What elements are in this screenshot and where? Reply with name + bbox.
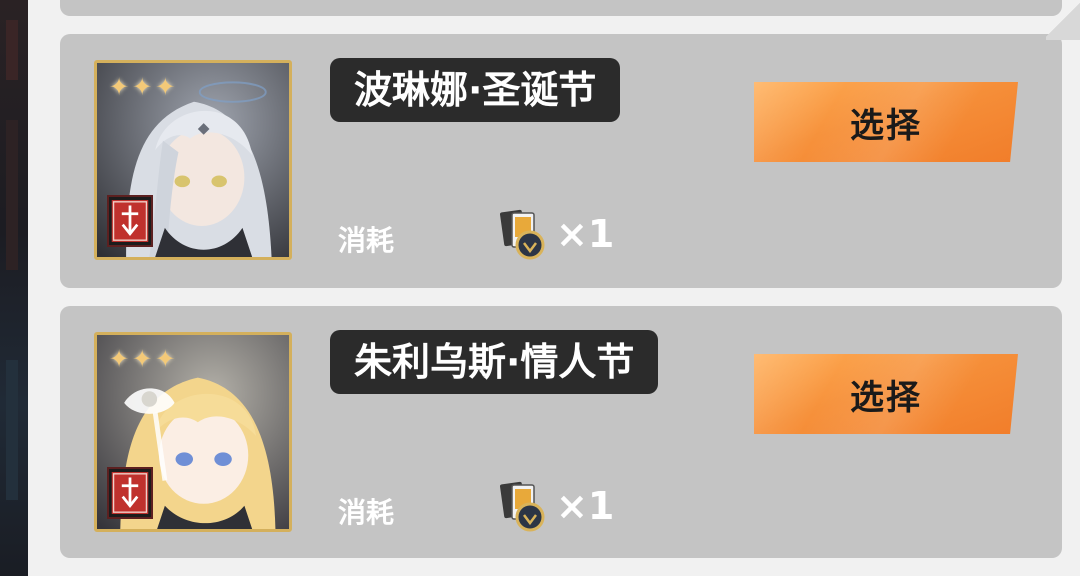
previous-card-partial: [60, 0, 1062, 16]
select-button[interactable]: 选择: [754, 82, 1018, 162]
select-button[interactable]: 选择: [754, 354, 1018, 434]
character-name: 波琳娜·圣诞节: [330, 58, 621, 122]
cost-amount: ×1: [556, 212, 615, 256]
cost-label: 消耗: [338, 496, 395, 529]
character-card: ✦✦✦ 波琳娜·圣诞节 选择 消耗 ×1: [60, 34, 1062, 288]
background-edge: [0, 0, 28, 576]
character-selection-list[interactable]: ✦✦✦ 波琳娜·圣诞节 选择 消耗 ×1 ✦✦✦ 朱利乌斯·情人节 选择 消耗 …: [28, 0, 1080, 576]
silver-haired-girl-portrait: ✦✦✦: [94, 60, 292, 260]
character-card: ✦✦✦ 朱利乌斯·情人节 选择 消耗 ×1: [60, 306, 1062, 558]
blonde-girl-portrait: ✦✦✦: [94, 332, 292, 532]
cost-label: 消耗: [338, 224, 395, 257]
ticket-coin-icon: [496, 207, 550, 261]
select-button-label: 选择: [850, 377, 922, 418]
game-screen: ✦✦✦ 波琳娜·圣诞节 选择 消耗 ×1 ✦✦✦ 朱利乌斯·情人节 选择 消耗 …: [0, 0, 1080, 576]
sword-class-icon: [107, 467, 153, 519]
rarity-stars: ✦✦✦: [109, 73, 179, 101]
character-name: 朱利乌斯·情人节: [330, 330, 659, 394]
sword-class-icon: [107, 195, 153, 247]
cost-amount: ×1: [556, 484, 615, 528]
rarity-stars: ✦✦✦: [109, 345, 179, 373]
ticket-coin-icon: [496, 479, 550, 533]
select-button-label: 选择: [850, 105, 922, 146]
